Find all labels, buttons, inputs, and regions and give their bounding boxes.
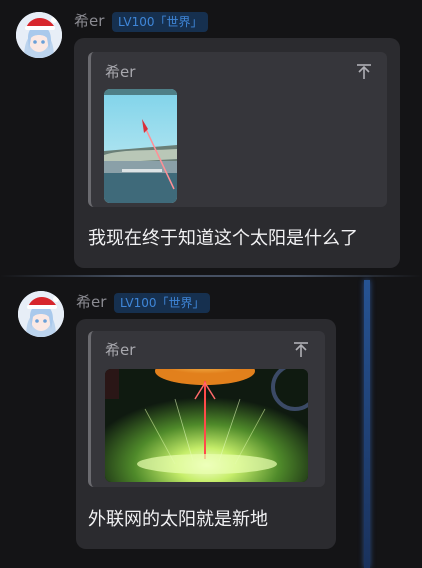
arrow-up-to-top-icon[interactable]: [355, 63, 373, 81]
quoted-image[interactable]: [104, 89, 177, 203]
quoted-sender-name: 希er: [105, 63, 136, 81]
chat-screen: 希er LV100「世界」 希er 我现在终于知道这个太阳是什么了 希er LV…: [0, 0, 422, 568]
arrow-up-to-top-icon[interactable]: [292, 341, 310, 359]
level-badge: LV100「世界」: [114, 293, 211, 313]
avatar[interactable]: [16, 12, 62, 58]
avatar-image: [16, 12, 62, 58]
message-text: 外联网的太阳就是新地: [88, 509, 268, 530]
message-divider: [0, 275, 422, 277]
side-glow: [364, 280, 370, 568]
quoted-image[interactable]: [105, 369, 308, 482]
quoted-sender-name: 希er: [105, 341, 136, 359]
avatar-image: [18, 291, 64, 337]
quoted-message[interactable]: 希er: [88, 331, 325, 487]
message-bubble[interactable]: 希er: [74, 38, 400, 268]
quoted-message[interactable]: 希er: [88, 52, 387, 207]
message-text: 我现在终于知道这个太阳是什么了: [88, 228, 358, 249]
level-badge: LV100「世界」: [112, 12, 209, 32]
sender-name[interactable]: 希er: [76, 292, 106, 312]
message-bubble[interactable]: 希er: [76, 319, 336, 549]
sender-name[interactable]: 希er: [74, 11, 104, 31]
avatar[interactable]: [18, 291, 64, 337]
